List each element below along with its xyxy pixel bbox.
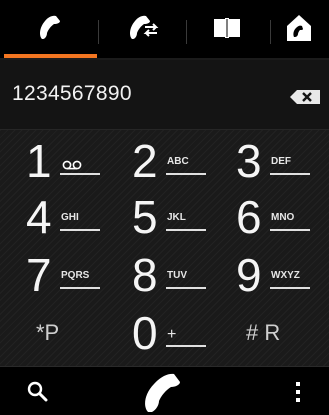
key-digit: 9	[236, 249, 262, 301]
key-symbol: *P	[36, 320, 60, 345]
key-digit: 3	[236, 135, 262, 187]
key-digit: 0	[132, 307, 158, 359]
key-letters: JKL	[167, 212, 186, 223]
phone-handset-icon	[40, 15, 60, 39]
key-digit: 8	[132, 249, 158, 301]
key-symbol: # R	[246, 320, 281, 345]
key-underline	[166, 229, 206, 231]
tab-call-log[interactable]	[103, 0, 185, 56]
key-underline	[166, 173, 206, 175]
key-2[interactable]: 2 ABC	[112, 130, 216, 186]
key-5[interactable]: 5 JKL	[112, 186, 216, 242]
phone-transfer-icon	[130, 15, 159, 39]
key-6[interactable]: 6 MNO	[216, 186, 320, 242]
tab-contacts[interactable]	[186, 0, 268, 56]
tab-bar	[0, 0, 329, 60]
search-icon[interactable]	[26, 380, 48, 402]
tab-home[interactable]	[258, 0, 329, 56]
key-underline	[270, 287, 310, 289]
backspace-icon[interactable]	[290, 90, 320, 104]
more-vert-icon[interactable]	[292, 380, 304, 404]
key-letters: GHI	[61, 212, 79, 223]
key-9[interactable]: 9 WXYZ	[216, 244, 320, 300]
key-underline	[166, 345, 206, 347]
call-icon[interactable]	[142, 372, 190, 414]
key-digit: 5	[132, 191, 158, 243]
bottom-divider	[0, 366, 329, 367]
key-underline	[270, 229, 310, 231]
key-digit: 6	[236, 191, 262, 243]
tab-dialer[interactable]	[10, 0, 92, 56]
key-letters: WXYZ	[271, 270, 300, 281]
key-letters: DEF	[271, 156, 291, 167]
key-digit: 4	[26, 191, 52, 243]
key-underline	[270, 173, 310, 175]
key-underline	[60, 173, 100, 175]
key-letters: TUV	[167, 270, 187, 281]
number-display: 1234567890	[0, 60, 329, 130]
key-7[interactable]: 7 PQRS	[6, 244, 110, 300]
tab-separator	[98, 20, 99, 44]
home-phone-icon	[287, 15, 311, 41]
key-underline	[60, 287, 100, 289]
phonebook-icon	[214, 18, 240, 38]
key-letters: MNO	[271, 212, 295, 223]
key-1[interactable]: 1	[6, 130, 110, 186]
key-8[interactable]: 8 TUV	[112, 244, 216, 300]
dialed-number-field[interactable]: 1234567890	[12, 82, 132, 106]
key-hash[interactable]: # R	[216, 302, 320, 358]
key-star[interactable]: *P	[6, 302, 110, 358]
key-digit: 7	[26, 249, 52, 301]
key-letters: PQRS	[61, 270, 90, 281]
key-digit: 1	[26, 135, 52, 187]
key-digit: 2	[132, 135, 158, 187]
voicemail-icon	[62, 160, 82, 170]
key-underline	[60, 229, 100, 231]
bottom-action-bar	[0, 366, 329, 415]
key-4[interactable]: 4 GHI	[6, 186, 110, 242]
key-letters: ABC	[167, 156, 189, 167]
key-0[interactable]: 0 +	[112, 302, 216, 358]
key-3[interactable]: 3 DEF	[216, 130, 320, 186]
key-underline	[166, 287, 206, 289]
key-letters: +	[167, 326, 177, 343]
dialpad: 1 2 ABC 3 DEF 4 GHI 5 JKL 6 MNO 7 PQRS 8…	[0, 130, 329, 366]
